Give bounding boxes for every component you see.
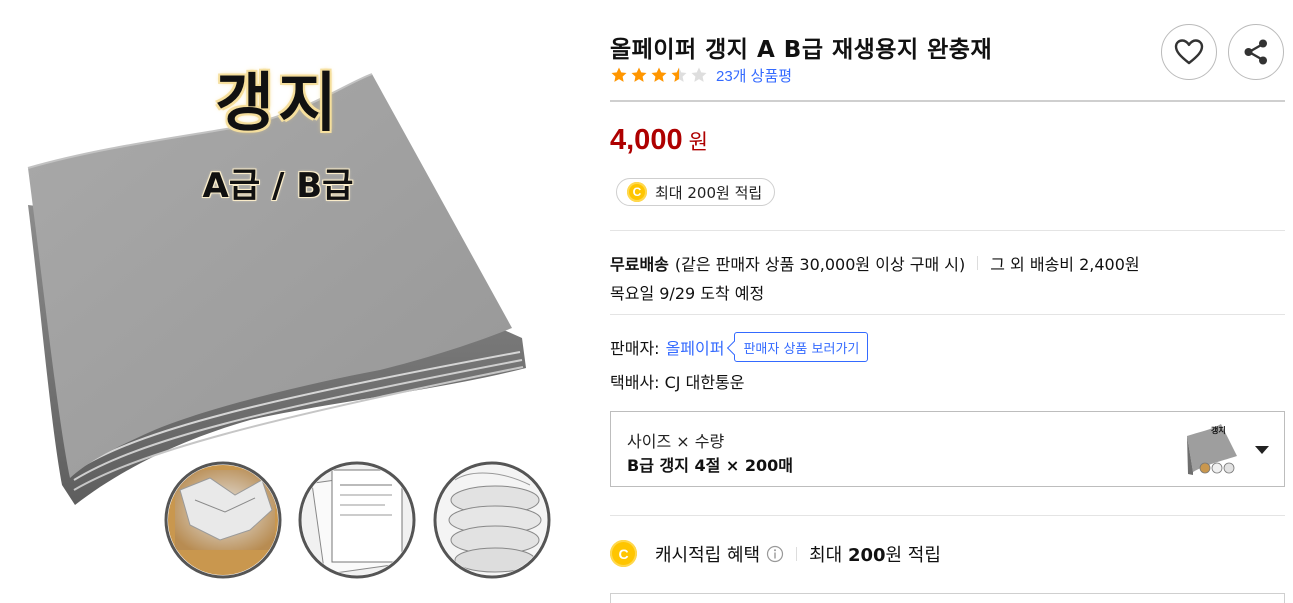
product-info-panel: 올페이퍼 갱지 A B급 재생용지 완충재 23개 상품평 4,000 원 C …: [610, 0, 1286, 603]
rating-row: 23개 상품평: [610, 64, 792, 86]
price-currency: 원: [688, 130, 708, 154]
courier-info: 택배사: CJ 대한통운: [610, 373, 745, 392]
reward-text: 최대 200원 적립: [655, 183, 763, 202]
option-divider: [610, 515, 1285, 516]
seller-row: 판매자: 올페이퍼 판매자 상품 보러가기: [610, 332, 869, 362]
price-amount: 4,000: [610, 124, 683, 156]
shipping-info: 무료배송 (같은 판매자 상품 30,000원 이상 구매 시) 그 외 배송비…: [610, 251, 1140, 275]
option-selected-value: B급 갱지 4절 × 200매: [627, 456, 794, 475]
product-image-area: 갱지 A급 / B급: [0, 0, 580, 603]
separator: [977, 256, 979, 270]
option-selector[interactable]: 사이즈 × 수량 B급 갱지 4절 × 200매 갱지: [610, 411, 1285, 487]
image-title-text: 갱지: [215, 67, 341, 141]
cash-benefit-row: C 캐시적립 혜택 최대 200원 적립: [610, 540, 941, 567]
star-rating: [610, 66, 710, 84]
cash-value: 200: [847, 544, 886, 566]
cash-benefit-amount: 최대 200원 적립: [809, 541, 941, 567]
coin-icon: C: [627, 182, 647, 202]
caret-down-icon: [1255, 446, 1269, 454]
product-title: 올페이퍼 갱지 A B급 재생용지 완충재: [610, 37, 993, 63]
half-star-icon: [671, 67, 687, 82]
empty-star-icon: [691, 67, 707, 82]
cash-prefix: 최대: [809, 544, 848, 566]
price-row: 4,000 원: [610, 124, 708, 157]
seller-label: 판매자:: [610, 339, 660, 358]
cash-suffix: 원 적립: [885, 544, 941, 566]
image-sub-text: A급 / B급: [202, 166, 354, 206]
thumbnail-3[interactable]: [433, 460, 555, 580]
wishlist-button[interactable]: [1161, 24, 1217, 80]
star-icon: [651, 67, 667, 82]
star-icon: [611, 67, 627, 82]
svg-text:갱지: 갱지: [1211, 425, 1226, 435]
shipping-divider: [610, 314, 1285, 315]
cash-benefit-label: 캐시적립 혜택: [655, 544, 761, 566]
thumbnail-2[interactable]: [298, 460, 420, 580]
view-seller-products-button[interactable]: 판매자 상품 보러가기: [734, 332, 869, 362]
star-icon: [631, 67, 647, 82]
thumbnail-1[interactable]: [160, 460, 290, 580]
option-thumbnail: 갱지: [1185, 422, 1241, 476]
option-label: 사이즈 × 수량: [627, 432, 725, 451]
price-divider: [610, 230, 1285, 231]
next-section-box: [610, 593, 1285, 603]
free-shipping-label: 무료배송: [610, 255, 669, 274]
title-divider: [610, 100, 1285, 102]
other-shipping-fee: 그 외 배송비 2,400원: [990, 255, 1140, 274]
share-button[interactable]: [1228, 24, 1284, 80]
separator: [796, 546, 798, 561]
share-icon: [1244, 39, 1267, 65]
heart-icon: [1174, 39, 1204, 65]
info-icon[interactable]: [766, 545, 784, 563]
arrival-date: 목요일 9/29 도착 예정: [610, 284, 765, 303]
shipping-condition: (같은 판매자 상품 30,000원 이상 구매 시): [674, 255, 966, 274]
coin-icon: C: [610, 540, 637, 567]
seller-name-link[interactable]: 올페이퍼: [666, 335, 725, 359]
reward-badge: C 최대 200원 적립: [616, 178, 776, 206]
review-count-link[interactable]: 23개 상품평: [716, 65, 792, 86]
